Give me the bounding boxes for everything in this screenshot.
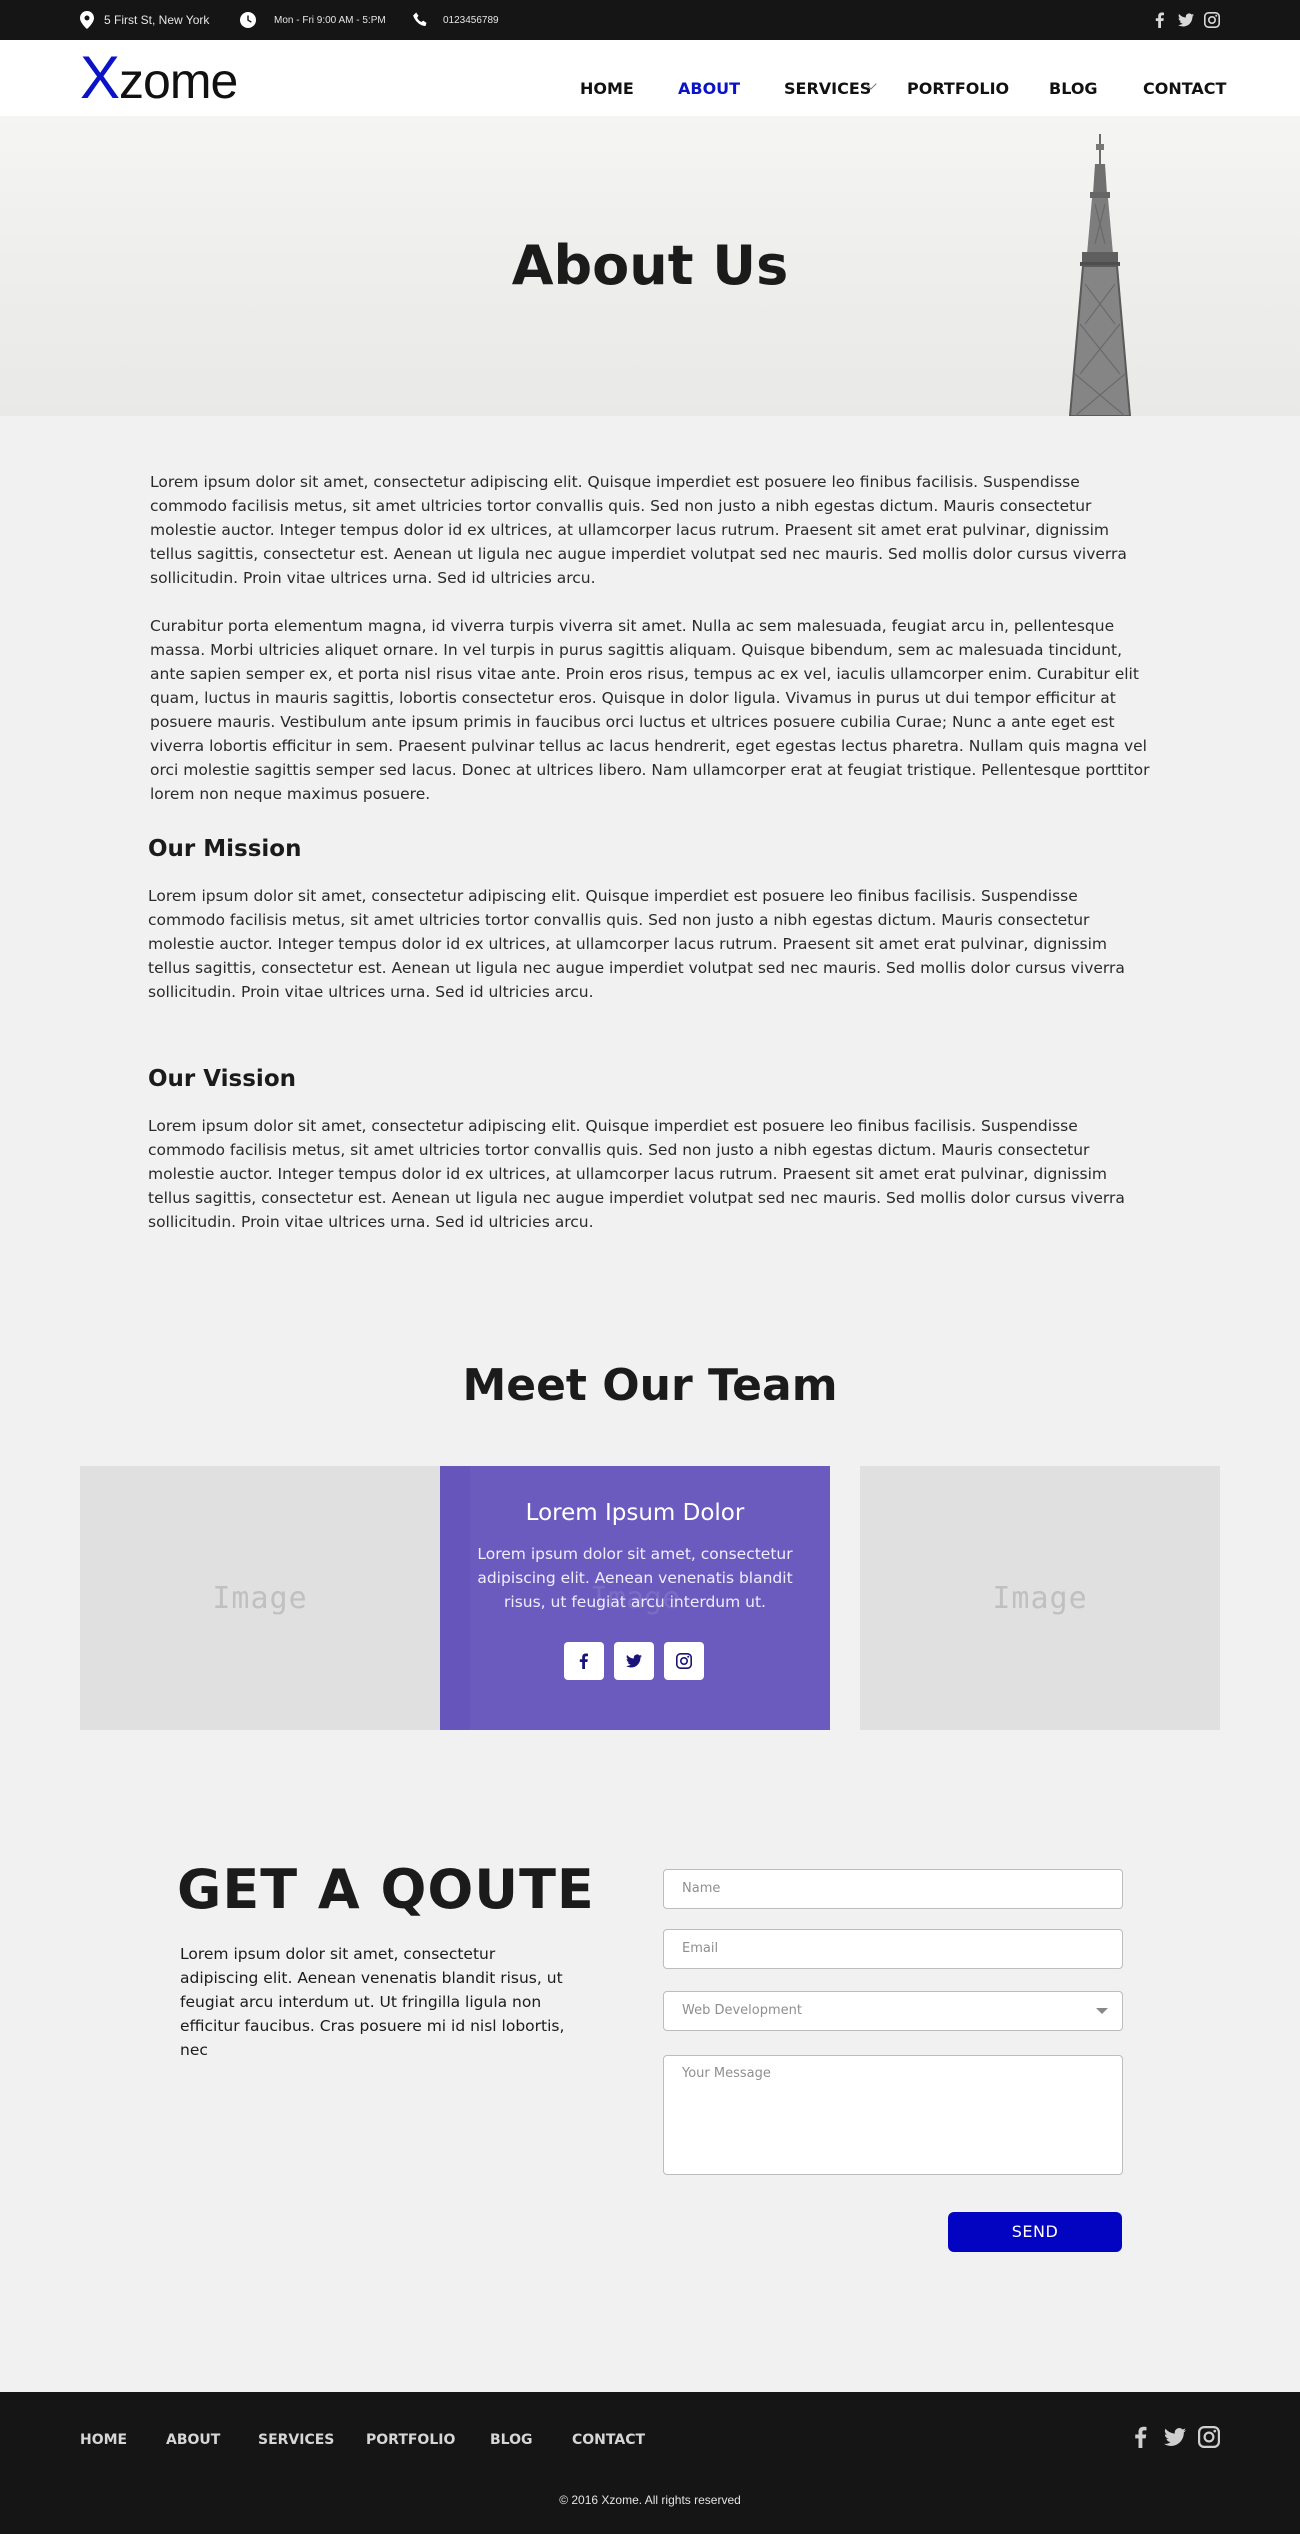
team-card-3[interactable]: Image [860,1466,1220,1730]
nav-portfolio[interactable]: PORTFOLIO [907,40,1009,116]
instagram-icon [1198,2426,1220,2448]
image-placeholder: Image [992,1580,1088,1616]
footer-nav-blog[interactable]: BLOG [490,2432,533,2448]
mission-text: Lorem ipsum dolor sit amet, consectetur … [148,887,1125,1001]
twitter-icon [1178,13,1194,27]
hours-text: Mon - Fri 9:00 AM - 5:PM [274,14,386,26]
member-twitter-button[interactable] [614,1642,654,1680]
address-info: 5 First St, New York [80,0,209,40]
image-placeholder: Image [212,1580,308,1616]
team-card-2[interactable]: Image Lorem Ipsum Dolor Lorem ipsum dolo… [440,1466,830,1730]
name-field[interactable]: Name [663,1869,1123,1909]
instagram-icon [1204,12,1220,28]
email-placeholder: Email [682,1941,719,1956]
hours-info: Mon - Fri 9:00 AM - 5:PM [240,0,386,40]
member-facebook-button[interactable] [564,1642,604,1680]
copyright-text: © 2016 Xzome. All rights reserved [559,2493,741,2507]
facebook-icon [579,1653,588,1669]
nav-contact[interactable]: CONTACT [1143,40,1226,116]
service-selected-value: Web Development [682,2003,802,2018]
message-textarea[interactable]: Your Message [663,2055,1123,2175]
nav-services[interactable]: SERVICES [784,40,871,116]
mission-heading: Our Mission [148,836,302,862]
vission-text: Lorem ipsum dolor sit amet, consectetur … [148,1117,1125,1231]
footer-nav-about[interactable]: ABOUT [166,2432,220,2448]
footer-nav-contact[interactable]: CONTACT [572,2432,645,2448]
name-placeholder: Name [682,1881,721,1896]
footer-nav-portfolio[interactable]: PORTFOLIO [366,2432,455,2448]
twitter-icon [626,1654,642,1668]
site-footer: HOME ABOUT SERVICES PORTFOLIO BLOG CONTA… [0,2392,1300,2534]
main-nav: HOME ABOUT SERVICES PORTFOLIO BLOG CONTA… [0,40,1300,116]
vission-heading: Our Vission [148,1066,296,1092]
footer-facebook-link[interactable] [1130,2426,1152,2448]
top-social-links [1152,0,1220,40]
team-card-1[interactable]: Image [80,1466,440,1730]
footer-social-links [1130,2426,1220,2448]
email-field[interactable]: Email [663,1929,1123,1969]
quote-description: Lorem ipsum dolor sit amet, consectetur … [180,1945,565,2059]
about-paragraph-1: Lorem ipsum dolor sit amet, consectetur … [150,473,1127,587]
team-heading: Meet Our Team [462,1360,838,1411]
send-button[interactable]: SEND [948,2212,1122,2252]
service-select[interactable]: Web Development [663,1991,1123,2031]
hero-banner: About Us [0,116,1300,416]
address-text: 5 First St, New York [104,13,210,27]
twitter-icon [1164,2428,1186,2446]
twitter-link[interactable] [1178,12,1194,28]
facebook-icon [1155,12,1164,28]
member-bio: Lorem ipsum dolor sit amet, consectetur … [477,1545,793,1611]
facebook-icon [1135,2426,1147,2448]
instagram-link[interactable] [1204,12,1220,28]
top-bar: 5 First St, New York Mon - Fri 9:00 AM -… [0,0,1300,40]
phone-info: 0123456789 [413,0,499,40]
message-placeholder: Your Message [682,2066,771,2081]
phone-icon [413,12,427,26]
page-title: About Us [511,234,789,297]
nav-blog[interactable]: BLOG [1049,40,1098,116]
member-name: Lorem Ipsum Dolor [525,1500,745,1526]
clock-icon [240,12,256,28]
member-social-links [564,1642,704,1680]
location-pin-icon [80,11,94,29]
quote-heading: GET A QOUTE [177,1858,595,1921]
footer-twitter-link[interactable] [1164,2426,1186,2448]
site-header: Xzome HOME ABOUT SERVICES PORTFOLIO BLOG… [0,40,1300,116]
nav-home[interactable]: HOME [580,40,634,116]
facebook-link[interactable] [1152,12,1168,28]
instagram-icon [676,1653,692,1669]
nav-about[interactable]: ABOUT [678,40,740,116]
footer-nav-services[interactable]: SERVICES [258,2432,334,2448]
footer-nav-home[interactable]: HOME [80,2432,127,2448]
phone-text: 0123456789 [443,14,499,26]
member-instagram-button[interactable] [664,1642,704,1680]
about-paragraph-2: Curabitur porta elementum magna, id vive… [150,617,1150,803]
caret-down-icon [1096,2008,1108,2014]
footer-instagram-link[interactable] [1198,2426,1220,2448]
